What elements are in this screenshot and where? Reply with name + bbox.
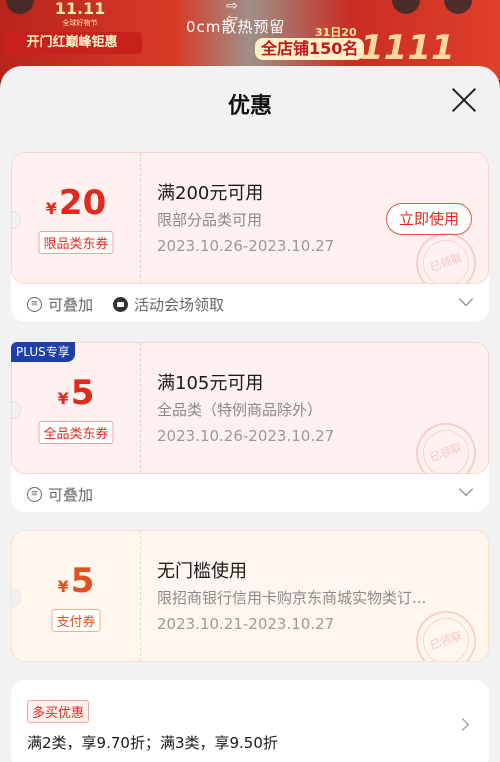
claimed-stamp-icon: 已领取 [407,602,485,661]
close-icon[interactable] [450,86,478,114]
currency-symbol: ¥ [45,199,57,218]
coupon-left: ¥5 支付券 [12,531,140,661]
stackable-info: ≡ 可叠加 [27,294,93,315]
banner-big-number: 1111 [360,28,455,68]
currency-symbol: ¥ [57,577,69,596]
coupon-body: ¥5 全品类东券 满105元可用 全品类（特例商品除外） 2023.10.26-… [11,342,489,474]
banner-button-icon[interactable] [444,0,472,14]
coupon-divider [140,153,141,283]
coupon-scope: 限部分品类可用 [157,211,263,229]
chevron-right-icon[interactable] [456,718,469,731]
banner-logo: 11.11 全球好物节 [30,1,130,28]
use-now-button[interactable]: 立即使用 [385,203,472,235]
sheet-title: 优惠 [227,94,272,119]
plus-badge: PLUS专享 [11,342,75,362]
coupon-condition: 满200元可用 [157,183,264,204]
coupon-condition: 无门槛使用 [157,561,247,582]
chevron-down-icon[interactable] [458,481,474,497]
coupon-dates: 2023.10.26-2023.10.27 [157,427,335,445]
chevron-down-icon[interactable] [458,291,474,307]
coupon-amount: ¥20 [12,183,140,223]
claimed-stamp-icon: 已领取 [407,414,485,473]
coupon-details: 满200元可用 限部分品类可用 2023.10.26-2023.10.27 立即… [157,153,488,283]
coupon-scope: 全品类（特例商品除外） [157,401,323,419]
amount-value: 20 [58,183,107,223]
coupon-card: PLUS专享 ¥5 全品类东券 满105元可用 全品类（特例商品除外） 2023… [11,342,489,512]
banner-logo-sub: 全球好物节 [62,19,98,27]
coupon-type-tag: 全品类东券 [38,421,114,444]
source-info: 活动会场领取 [113,294,224,315]
coupon-type-tag: 限品类东券 [38,231,114,254]
ticket-icon [113,297,128,312]
promo-text: 满2类，享9.70折；满3类，享9.50折 [27,734,278,752]
coupon-amount: ¥5 [12,373,140,413]
banner-tag: 开门红巅峰钜惠 [2,32,142,54]
coupon-dates: 2023.10.21-2023.10.27 [157,615,335,633]
stackable-label: 可叠加 [48,296,94,314]
stack-icon: ≡ [27,297,42,312]
amount-value: 5 [70,561,95,601]
coupon-footer[interactable]: ≡ 可叠加 活动会场领取 [11,284,489,322]
coupon-amount: ¥5 [12,561,140,601]
source-label: 活动会场领取 [134,296,225,314]
banner-center-text: 0cm散热预留 [186,18,286,36]
stackable-info: ≡ 可叠加 [27,484,93,505]
banner-button-icon[interactable] [392,0,420,14]
coupon-body: ¥20 限品类东券 满200元可用 限部分品类可用 2023.10.26-202… [11,152,489,284]
coupon-card: ¥20 限品类东券 满200元可用 限部分品类可用 2023.10.26-202… [11,152,489,322]
coupon-left: ¥5 全品类东券 [12,343,140,473]
coupon-details: 无门槛使用 限招商银行信用卡购京东商城实物类订... 2023.10.21-20… [157,531,488,661]
stack-icon: ≡ [27,487,42,502]
stackable-label: 可叠加 [48,486,94,504]
coupon-scope: 限招商银行信用卡购京东商城实物类订... [157,589,427,607]
coupon-card: ¥5 支付券 无门槛使用 限招商银行信用卡购京东商城实物类订... 2023.1… [11,530,489,662]
coupon-left: ¥20 限品类东券 [12,153,140,283]
amount-value: 5 [70,373,95,413]
coupon-body: ¥5 支付券 无门槛使用 限招商银行信用卡购京东商城实物类订... 2023.1… [11,530,489,662]
coupon-footer[interactable]: ≡ 可叠加 [11,474,489,512]
currency-symbol: ¥ [57,389,69,408]
multi-buy-promo[interactable]: 多买优惠 满2类，享9.70折；满3类，享9.50折 [11,680,489,762]
coupon-condition: 满105元可用 [157,373,264,394]
coupon-divider [140,531,141,661]
coupon-type-tag: 支付券 [51,609,101,632]
banner-rank: 全店铺150名 [255,38,365,60]
promo-tag: 多买优惠 [27,700,90,723]
coupon-sheet: 优惠 ¥20 限品类东券 满200元可用 限部分品类可用 2023.10.26-… [0,66,500,762]
coupon-details: 满105元可用 全品类（特例商品除外） 2023.10.26-2023.10.2… [157,343,488,473]
coupon-dates: 2023.10.26-2023.10.27 [157,237,335,255]
coupon-divider [140,343,141,473]
